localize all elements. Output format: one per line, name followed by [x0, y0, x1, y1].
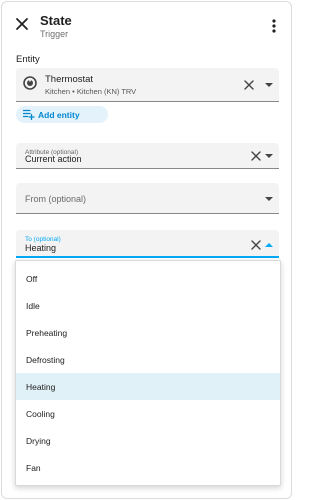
- trigger-card: State Trigger Entity Thermostat Kitchen …: [1, 1, 292, 499]
- attribute-value: Current action: [25, 154, 82, 164]
- entity-separator: •: [72, 87, 75, 96]
- entity-name: Thermostat: [45, 74, 94, 85]
- card-title: State: [40, 13, 72, 28]
- to-value: Heating: [25, 243, 57, 253]
- more-vert-icon[interactable]: [269, 18, 279, 34]
- card-header: State Trigger: [2, 2, 291, 46]
- clear-attribute-icon[interactable]: [250, 150, 262, 162]
- to-label: To (optional): [25, 236, 61, 243]
- entity-picker[interactable]: Thermostat Kitchen • Kitchen (KN) TRV: [16, 68, 279, 102]
- thermostat-icon: [23, 76, 37, 90]
- attribute-select[interactable]: Attribute (optional) Current action: [16, 143, 279, 169]
- option-drying[interactable]: Drying: [16, 427, 280, 454]
- option-label: Cooling: [26, 409, 55, 419]
- option-label: Off: [26, 274, 38, 284]
- chevron-down-icon[interactable]: [264, 82, 274, 88]
- option-heating[interactable]: Heating: [16, 373, 280, 400]
- chevron-down-icon[interactable]: [264, 153, 274, 159]
- entity-section-label: Entity: [16, 54, 40, 65]
- option-label: Idle: [26, 301, 40, 311]
- card-subtitle: Trigger: [40, 29, 69, 39]
- entity-device: Kitchen (KN) TRV: [76, 87, 137, 96]
- entity-context: Kitchen • Kitchen (KN) TRV: [45, 87, 136, 96]
- add-entity-button[interactable]: Add entity: [16, 106, 108, 123]
- option-fan[interactable]: Fan: [16, 454, 280, 481]
- option-cooling[interactable]: Cooling: [16, 400, 280, 427]
- add-entity-label: Add entity: [38, 109, 80, 120]
- from-select[interactable]: From (optional): [16, 183, 279, 214]
- to-select[interactable]: To (optional) Heating: [16, 230, 279, 258]
- option-defrosting[interactable]: Defrosting: [16, 346, 280, 373]
- option-label: Defrosting: [26, 355, 65, 365]
- option-idle[interactable]: Idle: [16, 292, 280, 319]
- entity-area: Kitchen: [45, 87, 71, 96]
- chevron-down-icon[interactable]: [264, 196, 274, 202]
- chevron-up-icon[interactable]: [264, 242, 274, 248]
- playlist-add-icon: [23, 109, 35, 120]
- clear-entity-icon[interactable]: [243, 79, 255, 91]
- option-label: Fan: [26, 463, 41, 473]
- option-preheating[interactable]: Preheating: [16, 319, 280, 346]
- option-label: Drying: [26, 436, 51, 446]
- from-label: From (optional): [25, 194, 87, 204]
- option-label: Preheating: [26, 328, 68, 338]
- clear-to-icon[interactable]: [250, 239, 262, 251]
- option-off[interactable]: Off: [16, 265, 280, 292]
- option-label: Heating: [26, 382, 56, 392]
- to-dropdown-menu: Off Idle Preheating Defrosting Heating C…: [15, 260, 281, 486]
- close-icon[interactable]: [14, 16, 30, 32]
